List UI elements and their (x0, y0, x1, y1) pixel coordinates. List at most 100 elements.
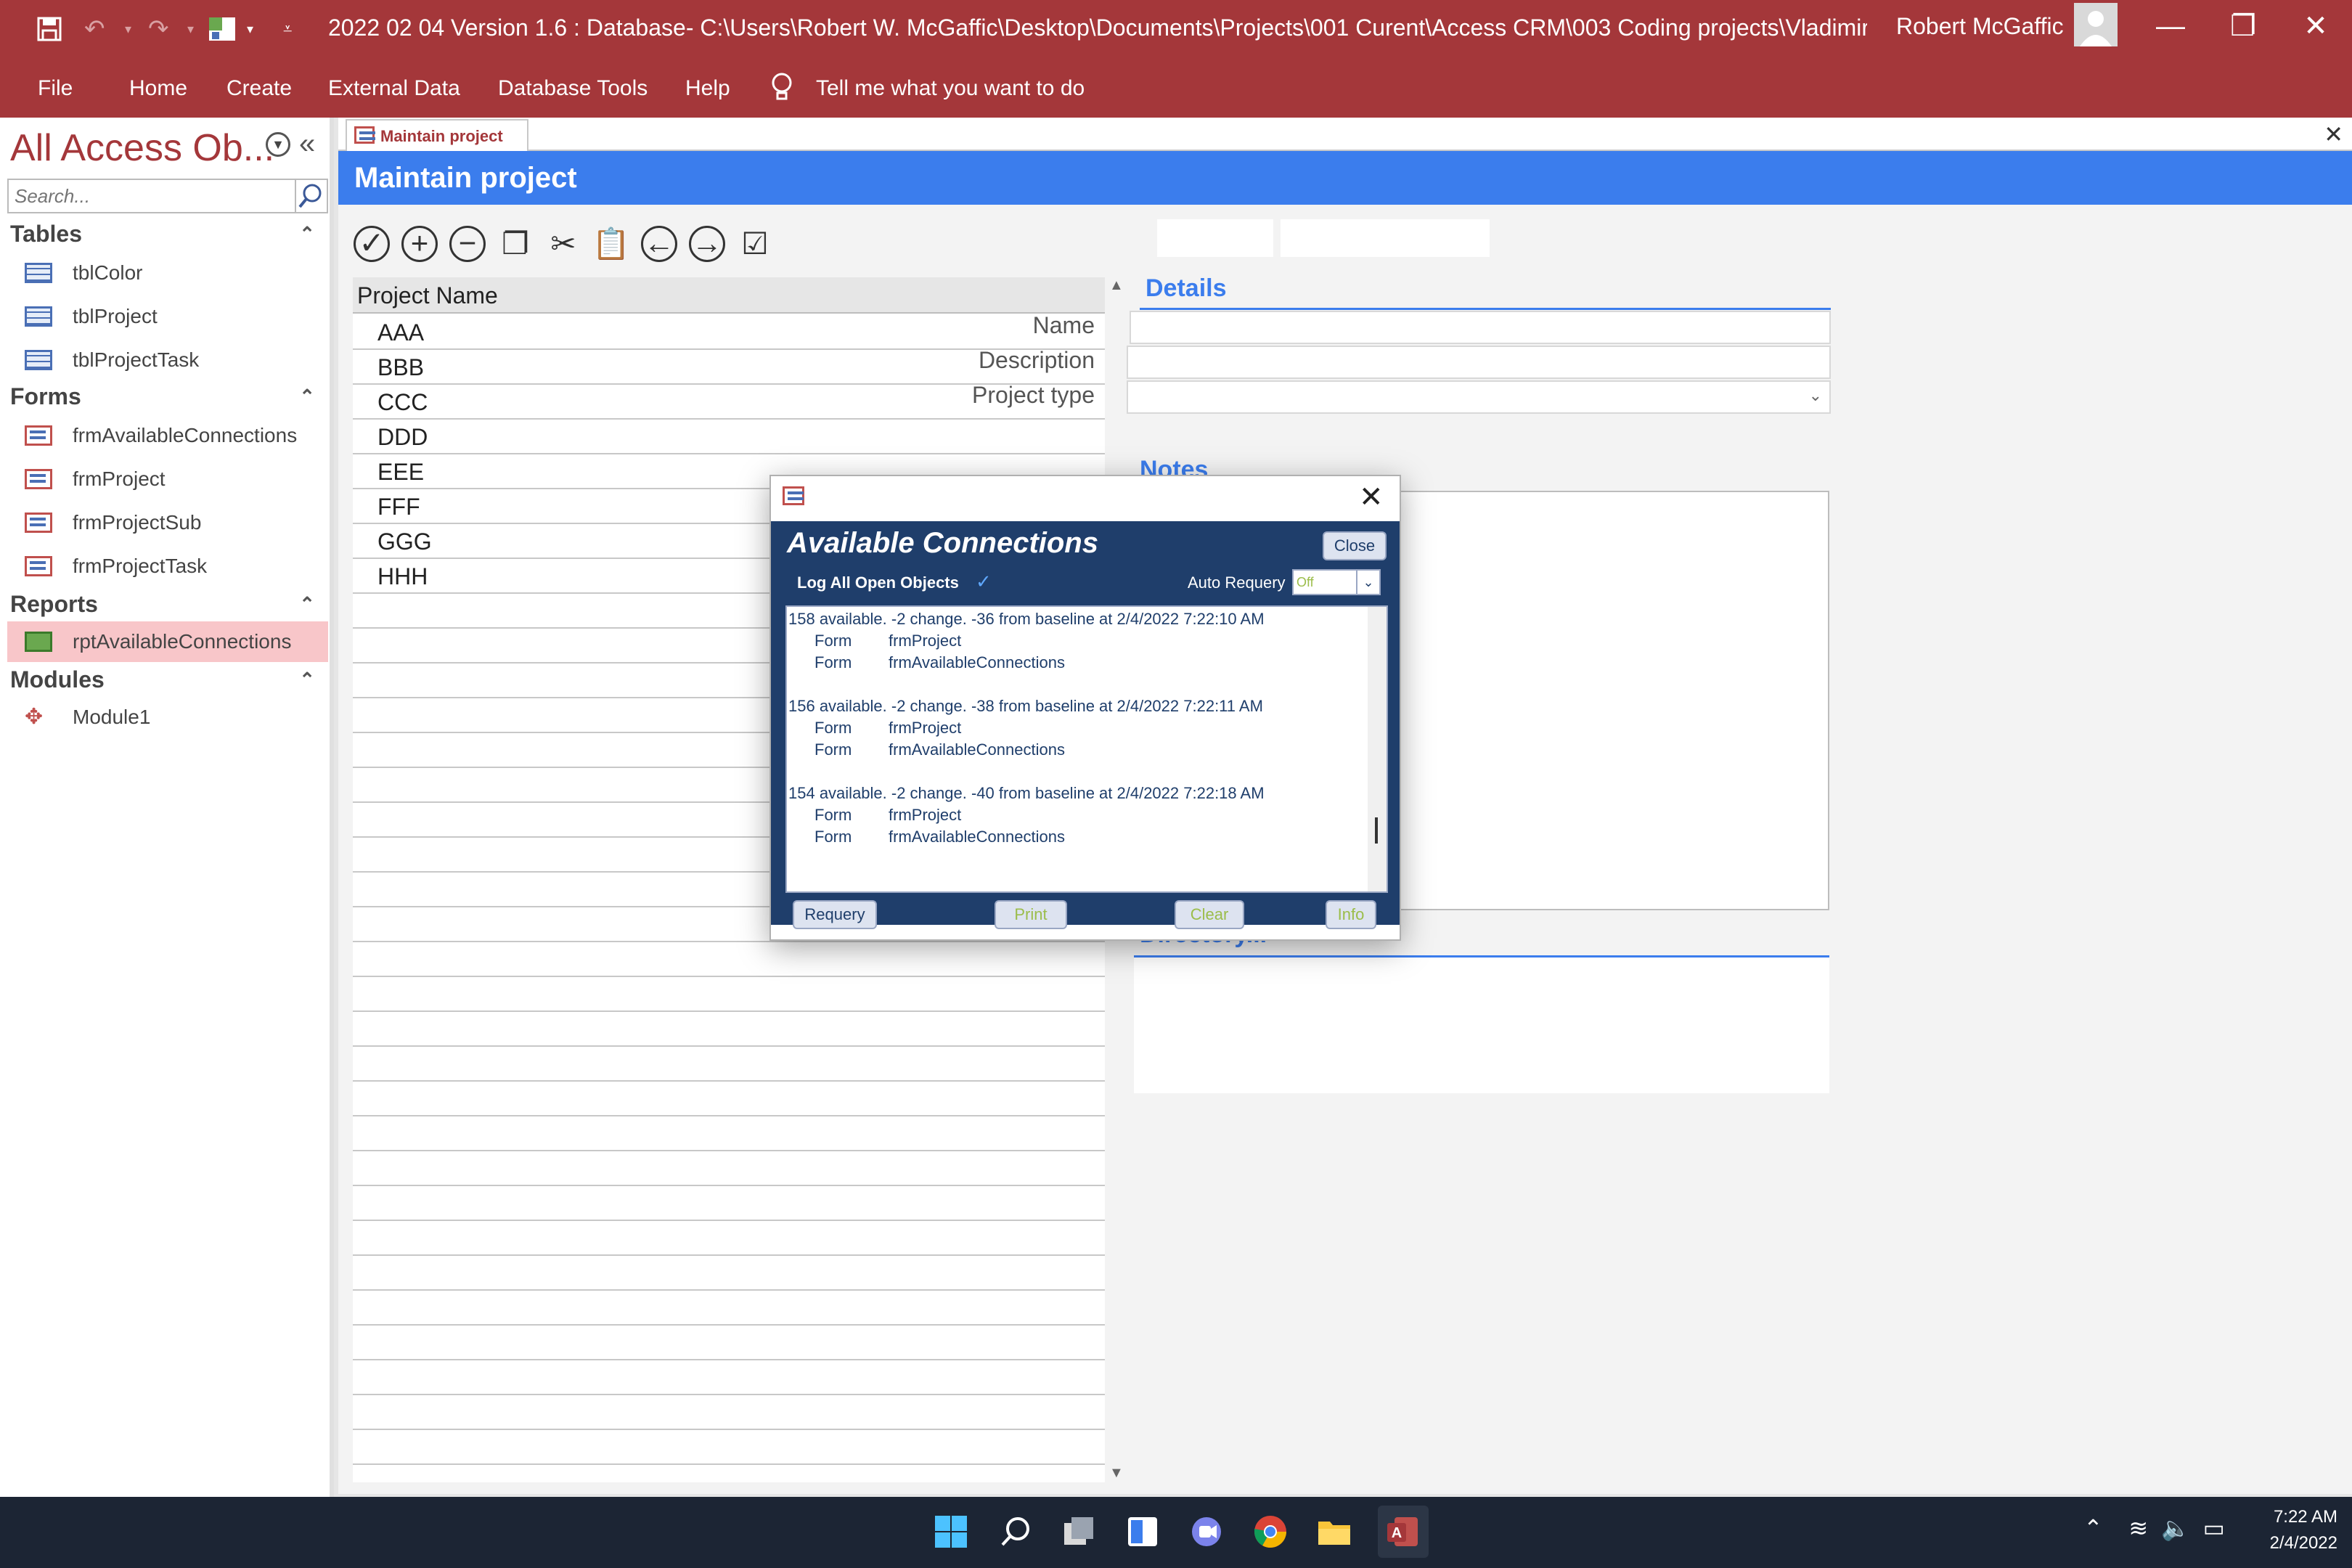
table-row[interactable] (353, 977, 1105, 1012)
lightbulb-icon[interactable] (769, 58, 794, 118)
project-type-select[interactable]: ⌄ (1127, 380, 1831, 414)
volume-icon[interactable]: 🔈 (2161, 1515, 2190, 1541)
clock-time[interactable]: 7:22 AM (2258, 1507, 2337, 1527)
name-field[interactable] (1130, 311, 1831, 344)
redo-icon[interactable]: ↷ (148, 13, 169, 45)
table-row[interactable] (353, 1326, 1105, 1360)
table-row[interactable] (353, 1395, 1105, 1430)
clear-button[interactable]: Clear (1175, 900, 1244, 929)
nav-group-modules[interactable]: Modules ⌃ (10, 663, 315, 695)
form-view-icon[interactable] (208, 13, 237, 45)
log-all-open-objects-checkbox[interactable]: ✓ (976, 571, 992, 593)
info-button[interactable]: Info (1326, 900, 1376, 929)
table-row[interactable] (353, 1047, 1105, 1082)
connection-log[interactable]: 158 available. -2 change. -36 from basel… (785, 605, 1388, 893)
nav-item-frmprojecttask[interactable]: frmProjectTask (0, 546, 328, 587)
wifi-icon[interactable]: ≋ (2128, 1515, 2148, 1541)
undo-dropdown-icon[interactable]: ▾ (125, 13, 131, 45)
table-icon (25, 350, 52, 370)
redo-dropdown-icon[interactable]: ▾ (187, 13, 194, 45)
close-window-button[interactable]: ✕ (2287, 0, 2345, 52)
requery-button[interactable]: Requery (793, 900, 877, 929)
file-explorer-icon[interactable] (1312, 1510, 1356, 1553)
clock-date[interactable]: 2/4/2022 (2250, 1533, 2337, 1553)
table-row[interactable] (353, 1291, 1105, 1326)
close-document-icon[interactable]: ✕ (2324, 121, 2343, 148)
check-icon[interactable]: ✓ (354, 226, 390, 262)
save-icon[interactable] (36, 13, 62, 45)
tab-help[interactable]: Help (685, 58, 730, 118)
table-row[interactable] (353, 1082, 1105, 1116)
table-row[interactable] (353, 1360, 1105, 1395)
scrollbar-thumb[interactable] (1375, 817, 1378, 844)
nav-item-tblcolor[interactable]: tblColor (0, 253, 328, 293)
nav-menu-dropdown-icon[interactable]: ▼ (266, 132, 290, 157)
description-field[interactable] (1127, 346, 1831, 379)
tell-me-search[interactable]: Tell me what you want to do (816, 58, 1085, 118)
customize-quick-access-icon[interactable]: ⩡ (283, 13, 292, 45)
restore-button[interactable]: ❐ (2214, 0, 2272, 52)
nav-group-forms[interactable]: Forms ⌃ (10, 380, 315, 412)
system-tray[interactable]: ⌃ ≋ 🔈 ▭ (2083, 1514, 2225, 1542)
scroll-up-icon[interactable]: ▲ (1109, 277, 1124, 294)
tab-file[interactable]: File (38, 58, 73, 118)
auto-requery-select[interactable]: Off ⌄ (1292, 569, 1381, 595)
directory-field[interactable] (1134, 955, 1829, 1093)
nav-group-reports[interactable]: Reports ⌃ (10, 588, 315, 620)
nav-pane-title[interactable]: All Access Ob... (10, 126, 274, 170)
table-row[interactable] (353, 1256, 1105, 1291)
nav-item-module1[interactable]: ✥ Module1 (0, 697, 328, 738)
arrow-left-icon[interactable]: ← (641, 226, 677, 262)
tab-database-tools[interactable]: Database Tools (498, 58, 648, 118)
nav-item-frmprojectsub[interactable]: frmProjectSub (0, 502, 328, 543)
shutter-bar-collapse-icon[interactable]: « (299, 128, 315, 160)
minimize-button[interactable]: — (2141, 0, 2200, 52)
battery-icon[interactable]: ▭ (2203, 1515, 2225, 1541)
remove-icon[interactable]: − (449, 226, 486, 262)
nav-item-tblprojecttask[interactable]: tblProjectTask (0, 340, 328, 380)
table-row[interactable] (353, 1012, 1105, 1047)
avatar[interactable] (2074, 3, 2118, 46)
doc-tab-maintain-project[interactable]: Maintain project (346, 119, 528, 151)
windows-start-icon[interactable] (929, 1510, 973, 1553)
tab-home[interactable]: Home (129, 58, 187, 118)
nav-search-input[interactable] (7, 179, 296, 213)
arrow-right-icon[interactable]: → (689, 226, 725, 262)
close-button[interactable]: Close (1323, 531, 1387, 560)
nav-group-tables[interactable]: Tables ⌃ (10, 218, 315, 250)
show-hidden-icons-chevron-icon[interactable]: ⌃ (2083, 1515, 2103, 1541)
column-header-project-name[interactable]: Project Name (353, 277, 1105, 314)
chrome-icon[interactable] (1249, 1510, 1292, 1553)
paste-icon[interactable]: 📋 (591, 224, 632, 264)
table-row[interactable] (353, 1186, 1105, 1221)
dialog-close-icon[interactable]: ✕ (1359, 481, 1384, 514)
undo-icon[interactable]: ↶ (84, 13, 105, 45)
add-icon[interactable]: + (401, 226, 438, 262)
nav-item-frmavailableconnections[interactable]: frmAvailableConnections (0, 415, 328, 456)
nav-item-rptavailableconnections[interactable]: rptAvailableConnections (7, 621, 328, 662)
clipboard-check-icon[interactable]: ☑ (735, 224, 775, 264)
tab-create[interactable]: Create (226, 58, 292, 118)
search-icon[interactable] (296, 179, 328, 213)
scroll-down-icon[interactable]: ▼ (1109, 1465, 1124, 1482)
cut-icon[interactable]: ✂ (543, 224, 584, 264)
tab-external-data[interactable]: External Data (328, 58, 460, 118)
access-app-icon[interactable]: A (1378, 1506, 1429, 1558)
table-row[interactable]: DDD (353, 420, 1105, 454)
log-scrollbar[interactable] (1368, 607, 1387, 891)
table-row[interactable] (353, 1430, 1105, 1465)
view-dropdown-icon[interactable]: ▾ (247, 13, 253, 45)
teams-chat-icon[interactable] (1185, 1510, 1228, 1553)
user-name[interactable]: Robert McGaffic (1896, 0, 2064, 52)
nav-item-tblproject[interactable]: tblProject (0, 296, 328, 337)
nav-item-frmproject[interactable]: frmProject (0, 459, 328, 499)
table-row[interactable] (353, 942, 1105, 977)
table-row[interactable] (353, 1221, 1105, 1256)
widgets-icon[interactable] (1121, 1510, 1164, 1553)
table-row[interactable] (353, 1151, 1105, 1186)
task-view-icon[interactable] (1057, 1510, 1101, 1553)
search-icon[interactable] (995, 1510, 1038, 1553)
copy-icon[interactable]: ❐ (495, 224, 536, 264)
print-button[interactable]: Print (995, 900, 1067, 929)
table-row[interactable] (353, 1116, 1105, 1151)
